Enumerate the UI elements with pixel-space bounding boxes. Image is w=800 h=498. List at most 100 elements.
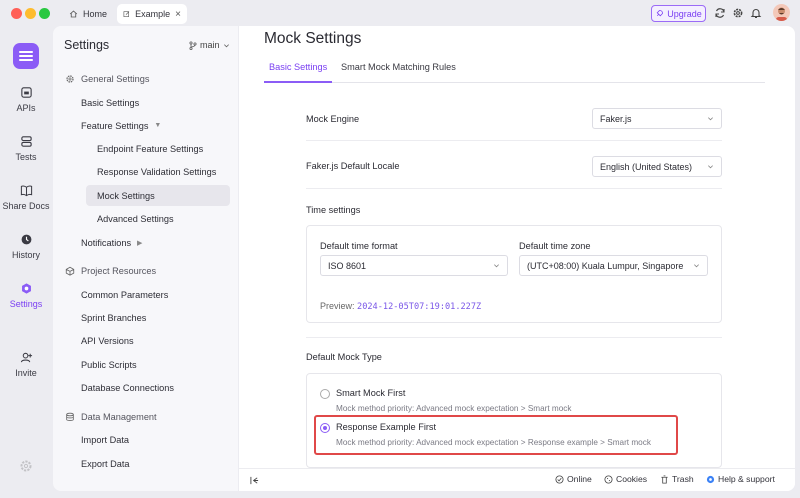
page-title: Mock Settings	[264, 30, 362, 47]
settings-sidebar: Settings main General Settings Basic Set…	[53, 26, 238, 491]
sidebar-item-common-parameters[interactable]: Common Parameters	[53, 284, 238, 305]
chevron-down-icon	[223, 43, 229, 47]
rail-item-label: History	[11, 250, 40, 260]
settings-tabs: Basic Settings Smart Mock Matching Rules	[264, 56, 765, 83]
help-support-button[interactable]: Help & support	[706, 474, 775, 484]
time-settings-panel: Default time format ISO 8601 Default tim…	[306, 225, 722, 323]
check-circle-icon	[555, 474, 564, 484]
tab-example[interactable]: Example ×	[117, 4, 187, 24]
book-icon	[20, 185, 32, 197]
rail-item-share-docs[interactable]: Share Docs	[0, 184, 52, 211]
sidebar-item-notifications[interactable]: Notifications ▶	[53, 232, 238, 253]
time-format-value: ISO 8601	[328, 260, 367, 271]
divider	[306, 140, 722, 141]
upgrade-label: Upgrade	[667, 8, 702, 19]
time-preview: Preview: 2024-12-05T07:19:01.227Z	[320, 301, 481, 312]
time-format-select[interactable]: ISO 8601	[320, 255, 508, 276]
tab-home-label: Home	[82, 9, 107, 19]
highlight-annotation-box	[314, 415, 678, 455]
divider	[306, 188, 722, 189]
tests-icon	[20, 136, 32, 147]
time-zone-select[interactable]: (UTC+08:00) Kuala Lumpur, Singapore	[519, 255, 708, 276]
sidebar-item-public-scripts[interactable]: Public Scripts	[53, 354, 238, 375]
sidebar-item-export-data[interactable]: Export Data	[53, 453, 238, 474]
tab-close-icon[interactable]: ×	[175, 9, 181, 20]
sidebar-item-mock-settings[interactable]: Mock Settings	[53, 185, 238, 206]
main-content: Mock Settings Basic Settings Smart Mock …	[239, 26, 795, 491]
window-close-button[interactable]	[11, 8, 22, 19]
chevron-down-icon	[708, 117, 713, 121]
gear-icon[interactable]	[732, 7, 744, 19]
sidebar-item-endpoint-feature[interactable]: Endpoint Feature Settings	[53, 138, 238, 159]
branch-label: main	[200, 40, 220, 50]
sidebar-section-general[interactable]: General Settings	[53, 68, 238, 89]
app-logo[interactable]	[13, 43, 39, 69]
time-format-label: Default time format	[320, 241, 398, 251]
sidebar-item-import-data[interactable]: Import Data	[53, 429, 238, 450]
chevron-down-icon	[494, 264, 499, 268]
option-description: Mock method priority: Advanced mock expe…	[336, 404, 572, 413]
rail-item-label: APIs	[16, 103, 36, 113]
window-zoom-button[interactable]	[39, 8, 50, 19]
rocket-icon	[656, 10, 664, 17]
sidebar-section-project-resources[interactable]: Project Resources	[53, 260, 238, 281]
status-footer: Online Cookies Trash Help & support	[239, 468, 795, 491]
sidebar-item-basic-settings[interactable]: Basic Settings	[53, 92, 238, 113]
sidebar-item-api-versions[interactable]: API Versions	[53, 330, 238, 351]
option-title[interactable]: Smart Mock First	[336, 388, 405, 398]
bell-icon[interactable]	[750, 7, 762, 19]
preview-value: 2024-12-05T07:19:01.227Z	[357, 302, 482, 312]
locale-label: Faker.js Default Locale	[306, 161, 400, 171]
add-user-icon	[20, 352, 32, 363]
branch-selector[interactable]: main	[189, 40, 230, 50]
caret-right-icon: ▶	[137, 239, 143, 247]
rail-item-tests[interactable]: Tests	[0, 135, 52, 162]
rail-item-settings[interactable]: Settings	[0, 282, 52, 309]
sidebar-title: Settings	[64, 38, 110, 52]
locale-value: English (United States)	[600, 161, 693, 172]
chevron-down-icon	[694, 264, 699, 268]
trash-icon	[661, 474, 668, 484]
tab-home[interactable]: Home	[63, 4, 113, 24]
sidebar-item-sprint-branches[interactable]: Sprint Branches	[53, 307, 238, 328]
sync-icon[interactable]	[714, 7, 726, 19]
branch-icon	[189, 40, 197, 50]
mock-engine-select[interactable]: Faker.js	[592, 108, 722, 129]
avatar[interactable]	[773, 4, 790, 21]
collapse-sidebar-icon[interactable]	[250, 476, 259, 485]
tab-example-label: Example	[135, 9, 171, 19]
home-icon	[69, 10, 78, 18]
trash-button[interactable]: Trash	[660, 474, 694, 484]
settings-gear-icon[interactable]	[19, 459, 33, 473]
cookies-button[interactable]: Cookies	[604, 474, 647, 484]
rail-item-label: Settings	[9, 299, 43, 309]
cube-icon	[65, 266, 75, 276]
caret-down-icon: ▼	[154, 122, 162, 129]
radio-smart-mock-first[interactable]	[320, 389, 330, 399]
sidebar-item-response-validation[interactable]: Response Validation Settings	[53, 161, 238, 182]
online-status[interactable]: Online	[555, 474, 592, 484]
rail-item-label: Invite	[15, 368, 37, 378]
rail-item-apis[interactable]: APIs	[0, 86, 52, 113]
window-minimize-button[interactable]	[25, 8, 36, 19]
mock-engine-label: Mock Engine	[306, 114, 360, 124]
gear-icon	[66, 74, 74, 83]
time-zone-value: (UTC+08:00) Kuala Lumpur, Singapore	[527, 260, 684, 271]
locale-select[interactable]: English (United States)	[592, 156, 722, 177]
sidebar-section-data-management[interactable]: Data Management	[53, 406, 238, 427]
rail-item-history[interactable]: History	[0, 233, 52, 260]
help-icon	[706, 475, 715, 483]
upgrade-button[interactable]: Upgrade	[651, 5, 706, 22]
tab-basic-settings[interactable]: Basic Settings	[264, 62, 333, 83]
mock-type-label: Default Mock Type	[306, 352, 382, 362]
tab-smart-mock-matching-rules[interactable]: Smart Mock Matching Rules	[341, 62, 456, 83]
time-settings-label: Time settings	[306, 205, 361, 215]
preview-label: Preview:	[320, 301, 355, 311]
sidebar-item-feature-settings[interactable]: Feature Settings ▼	[53, 115, 238, 136]
sidebar-item-database-connections[interactable]: Database Connections	[53, 377, 238, 398]
cookie-icon	[604, 474, 613, 484]
rail-item-invite[interactable]: Invite	[0, 351, 52, 378]
divider	[306, 337, 722, 338]
sidebar-item-advanced-settings[interactable]: Advanced Settings	[53, 208, 238, 229]
title-bar: Home Example × Upgrade	[0, 0, 800, 26]
